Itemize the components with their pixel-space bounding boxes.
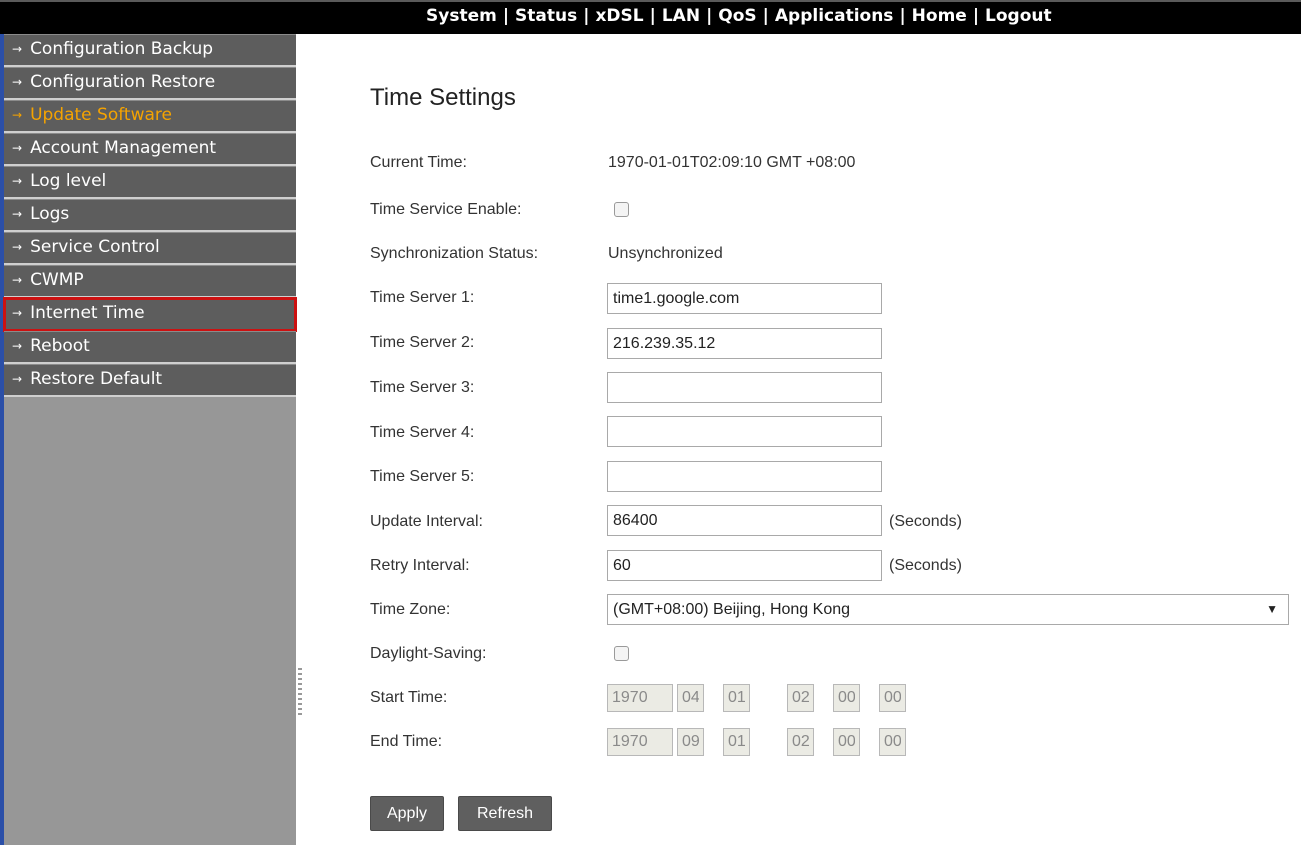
retry-interval-label: Retry Interval: — [370, 557, 470, 574]
arrow-right-icon: → — [12, 306, 23, 320]
nav-separator: | — [972, 6, 980, 26]
nav-home[interactable]: Home — [912, 6, 967, 26]
nav-separator: | — [583, 6, 590, 26]
nav-system[interactable]: System — [426, 6, 497, 26]
sidebar-item-cwmp[interactable]: → CWMP — [4, 265, 296, 298]
nav-lan[interactable]: LAN — [662, 6, 700, 26]
refresh-button[interactable]: Refresh — [458, 796, 552, 831]
nav-separator: | — [899, 6, 906, 26]
sidebar-item-label: Service Control — [30, 237, 160, 257]
time-server-5-label: Time Server 5: — [370, 468, 475, 485]
start-hour-input[interactable] — [787, 684, 814, 712]
sync-status-value: Unsynchronized — [608, 245, 723, 262]
time-server-4-label: Time Server 4: — [370, 424, 475, 441]
top-nav: System | Status | xDSL | LAN | QoS | Applications |… — [426, 6, 1052, 26]
sidebar-item-label: Account Management — [30, 138, 217, 158]
start-month-input[interactable] — [677, 684, 704, 712]
sidebar-item-label: Update Software — [30, 105, 172, 125]
time-server-2-label: Time Server 2: — [370, 334, 475, 351]
nav-status[interactable]: Status — [515, 6, 577, 26]
start-year-input[interactable] — [607, 684, 673, 712]
arrow-right-icon: → — [12, 42, 23, 56]
sidebar-item-label: Configuration Restore — [30, 72, 216, 92]
sidebar-item-configuration-backup[interactable]: → Configuration Backup — [4, 34, 296, 67]
end-time-label: End Time: — [370, 733, 443, 750]
current-time-label: Current Time: — [370, 154, 467, 171]
sidebar-item-service-control[interactable]: → Service Control — [4, 232, 296, 265]
arrow-right-icon: → — [12, 141, 23, 155]
end-year-input[interactable] — [607, 728, 673, 756]
sidebar: → Configuration Backup → Configuration Res… — [0, 34, 297, 845]
sidebar-item-label: Log level — [30, 171, 107, 191]
sidebar-item-label: Reboot — [30, 336, 90, 356]
dropdown-caret-icon: ▼ — [1266, 602, 1278, 616]
apply-button[interactable]: Apply — [370, 796, 444, 831]
panel-resize-handle[interactable] — [298, 668, 302, 716]
update-interval-unit: (Seconds) — [889, 513, 962, 530]
time-service-enable-checkbox[interactable] — [614, 202, 629, 217]
start-time-label: Start Time: — [370, 689, 448, 706]
sidebar-item-log-level[interactable]: → Log level — [4, 166, 296, 199]
retry-interval-unit: (Seconds) — [889, 557, 962, 574]
start-second-input[interactable] — [879, 684, 906, 712]
sidebar-item-configuration-restore[interactable]: → Configuration Restore — [4, 67, 296, 100]
sidebar-item-internet-time[interactable]: → Internet Time — [3, 297, 297, 332]
start-minute-input[interactable] — [833, 684, 860, 712]
time-server-3-input[interactable] — [607, 372, 882, 403]
nav-separator: | — [706, 6, 713, 26]
current-time-value: 1970-01-01T02:09:10 GMT +08:00 — [608, 154, 856, 171]
sidebar-menu: → Configuration Backup → Configuration Res… — [3, 34, 297, 397]
sidebar-item-update-software[interactable]: → Update Software — [4, 100, 296, 133]
arrow-right-icon: → — [12, 174, 23, 188]
nav-separator: | — [649, 6, 656, 26]
sidebar-item-label: CWMP — [30, 270, 84, 290]
nav-separator: | — [502, 6, 510, 26]
sidebar-item-account-management[interactable]: → Account Management — [4, 133, 296, 166]
time-zone-label: Time Zone: — [370, 601, 451, 618]
end-day-input[interactable] — [723, 728, 750, 756]
end-month-input[interactable] — [677, 728, 704, 756]
arrow-right-icon: → — [12, 108, 23, 122]
time-service-enable-label: Time Service Enable: — [370, 201, 522, 218]
daylight-saving-checkbox[interactable] — [614, 646, 629, 661]
time-server-1-input[interactable] — [607, 283, 882, 314]
nav-separator: | — [762, 6, 769, 26]
sync-status-label: Synchronization Status: — [370, 245, 539, 262]
page-title: Time Settings — [370, 84, 516, 111]
sidebar-item-label: Logs — [30, 204, 70, 224]
arrow-right-icon: → — [12, 372, 23, 386]
arrow-right-icon: → — [12, 75, 23, 89]
start-day-input[interactable] — [723, 684, 750, 712]
sidebar-item-label: Internet Time — [30, 303, 145, 323]
nav-applications[interactable]: Applications — [775, 6, 894, 26]
arrow-right-icon: → — [12, 240, 23, 254]
time-zone-select[interactable]: (GMT+08:00) Beijing, Hong Kong ▼ — [607, 594, 1289, 625]
arrow-right-icon: → — [12, 273, 23, 287]
nav-qos[interactable]: QoS — [718, 6, 756, 26]
update-interval-label: Update Interval: — [370, 513, 483, 530]
end-minute-input[interactable] — [833, 728, 860, 756]
sidebar-item-label: Configuration Backup — [30, 39, 214, 59]
arrow-right-icon: → — [12, 207, 23, 221]
update-interval-input[interactable] — [607, 505, 882, 536]
time-server-2-input[interactable] — [607, 328, 882, 359]
arrow-right-icon: → — [12, 339, 23, 353]
daylight-saving-label: Daylight-Saving: — [370, 645, 487, 662]
end-hour-input[interactable] — [787, 728, 814, 756]
nav-xdsl[interactable]: xDSL — [595, 6, 643, 26]
time-zone-selected-value: (GMT+08:00) Beijing, Hong Kong — [613, 601, 851, 618]
end-second-input[interactable] — [879, 728, 906, 756]
sidebar-item-logs[interactable]: → Logs — [4, 199, 296, 232]
time-server-1-label: Time Server 1: — [370, 289, 475, 306]
sidebar-item-label: Restore Default — [30, 369, 163, 389]
nav-logout[interactable]: Logout — [985, 6, 1052, 26]
retry-interval-input[interactable] — [607, 550, 882, 581]
time-server-4-input[interactable] — [607, 416, 882, 447]
sidebar-item-restore-default[interactable]: → Restore Default — [4, 364, 296, 397]
sidebar-item-reboot[interactable]: → Reboot — [4, 331, 296, 364]
top-nav-bar: System | Status | xDSL | LAN | QoS | Applications |… — [0, 0, 1301, 34]
time-server-3-label: Time Server 3: — [370, 379, 475, 396]
time-server-5-input[interactable] — [607, 461, 882, 492]
